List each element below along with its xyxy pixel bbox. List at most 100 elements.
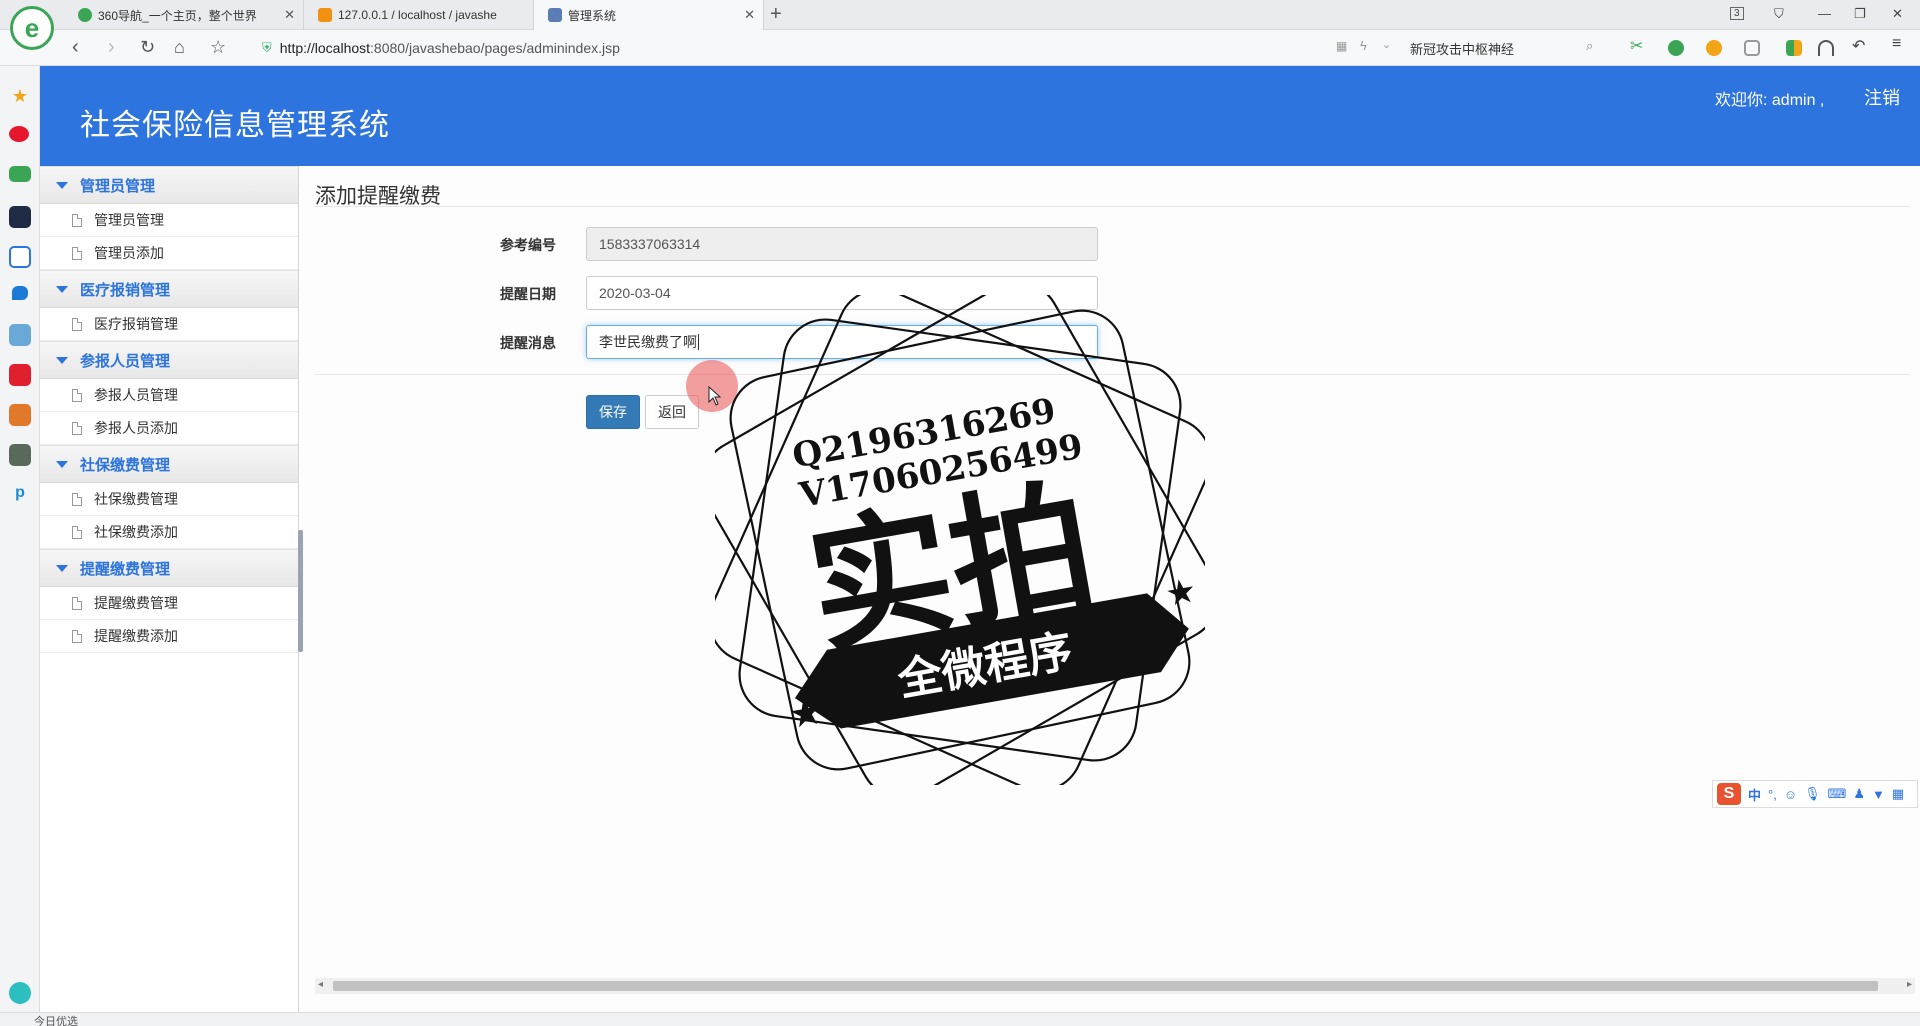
pay-icon[interactable]: p (9, 484, 31, 506)
watermark-stamp: Q2196316269 V17060256499 实拍 全微程序 ★ ★ (715, 295, 1205, 785)
scrollbar-thumb[interactable] (333, 981, 1878, 991)
apps-grid-icon[interactable] (1786, 40, 1802, 56)
sidebar-item-insured-manage[interactable]: 参报人员管理 (40, 379, 298, 412)
search-icon[interactable]: ⌕ (1586, 38, 1593, 54)
ref-number-field[interactable]: 1583337063314 (586, 227, 1098, 261)
sidebar-group-insured[interactable]: 参报人员管理 (40, 341, 298, 379)
status-left-text[interactable]: 今日优选 (34, 1013, 78, 1026)
shield-ext-icon[interactable] (1706, 40, 1722, 56)
skin-icon[interactable]: ⛉ (1774, 6, 1784, 22)
item-label: 提醒缴费管理 (94, 595, 178, 611)
sidebar-item-payment-manage[interactable]: 社保缴费管理 (40, 483, 298, 516)
scissors-icon[interactable]: ✂ (1630, 36, 1646, 55)
horizontal-scrollbar[interactable]: ◂ ▸ (315, 978, 1915, 994)
sidebar-group-payment[interactable]: 社保缴费管理 (40, 445, 298, 483)
menu-icon[interactable]: ≡ (1892, 35, 1908, 52)
scroll-right-icon[interactable]: ▸ (1907, 979, 1912, 990)
tab-count-badge[interactable]: 3 (1730, 7, 1744, 20)
punctuation-icon[interactable]: °, (1768, 787, 1777, 802)
minimize-icon[interactable]: — (1818, 6, 1831, 21)
browser-tab-phpmyadmin[interactable]: 127.0.0.1 / localhost / javashe (304, 0, 534, 30)
page-favicon-icon (548, 8, 562, 22)
undo-icon[interactable]: ↶ (1852, 36, 1868, 55)
url-path: :8080/javashebao/pages/adminindex.jsp (370, 40, 620, 56)
group-label: 管理员管理 (80, 177, 156, 195)
scroll-left-icon[interactable]: ◂ (318, 979, 323, 990)
favorites-star-icon[interactable]: ★ (9, 86, 31, 108)
sidebar-item-admin-manage[interactable]: 管理员管理 (40, 204, 298, 237)
headphones-icon[interactable] (1818, 40, 1834, 56)
back-icon[interactable]: ‹ (72, 36, 79, 58)
sidebar-item-insured-add[interactable]: 参报人员添加 (40, 412, 298, 445)
group-label: 提醒缴费管理 (80, 560, 171, 578)
page-icon (72, 213, 82, 227)
game-red-icon[interactable] (9, 364, 31, 386)
translate-icon[interactable] (1668, 40, 1684, 56)
sidebar-item-reminder-add[interactable]: 提醒缴费添加 (40, 620, 298, 653)
item-label: 参报人员管理 (94, 387, 178, 403)
game-soldier-icon[interactable] (9, 444, 31, 466)
home-icon[interactable]: ⌂ (174, 36, 185, 58)
save-button[interactable]: 保存 (586, 395, 640, 429)
group-label: 参报人员管理 (80, 352, 171, 370)
close-window-icon[interactable]: ✕ (1892, 6, 1903, 22)
forward-icon[interactable]: › (108, 36, 115, 58)
add-app-icon[interactable] (9, 982, 31, 1004)
page-icon (72, 317, 82, 331)
game-bird-icon[interactable] (9, 324, 31, 346)
browser-tab-360[interactable]: 360导航_一个主页，整个世界 ✕ (64, 0, 304, 30)
sidebar-item-admin-add[interactable]: 管理员添加 (40, 237, 298, 270)
sidebar-group-reminder[interactable]: 提醒缴费管理 (40, 549, 298, 587)
bookmark-star-icon[interactable]: ☆ (210, 36, 226, 58)
page-icon (72, 421, 82, 435)
qr-icon[interactable]: ▦ (1336, 39, 1347, 53)
user-icon[interactable]: ♟ (1853, 786, 1865, 802)
page-icon (72, 388, 82, 402)
tab-close-icon[interactable]: ✕ (284, 7, 295, 23)
sidebar: 管理员管理 管理员管理 管理员添加 医疗报销管理 医疗报销管理 参报人员管理 参… (40, 166, 299, 1012)
image-ext-icon[interactable] (1744, 40, 1760, 56)
mail-icon[interactable] (9, 166, 31, 182)
sidebar-item-medical-manage[interactable]: 医疗报销管理 (40, 308, 298, 341)
microphone-icon[interactable]: 🎙 (1804, 786, 1821, 802)
restore-icon[interactable]: ❐ (1854, 6, 1866, 22)
welcome-text: 欢迎你: admin , (1715, 92, 1825, 109)
caret-down-icon (56, 564, 68, 572)
game-warrior-icon[interactable] (9, 404, 31, 426)
ime-logo-icon[interactable]: S (1717, 783, 1741, 805)
reload-icon[interactable]: ↻ (140, 36, 155, 58)
search-input[interactable]: 新冠攻击中枢神经 (1410, 35, 1600, 61)
browser-logo-icon[interactable]: e (10, 6, 54, 50)
lightning-icon[interactable]: ϟ (1360, 38, 1367, 53)
url-field[interactable]: ⛨ http://localhost:8080/javashebao/pages… (262, 35, 1392, 61)
app-title: 社会保险信息管理系统 (80, 109, 390, 142)
sidebar-item-payment-add[interactable]: 社保缴费添加 (40, 516, 298, 549)
new-tab-button[interactable]: + (770, 3, 782, 26)
weibo-icon[interactable] (9, 126, 29, 142)
caret-down-icon (56, 181, 68, 189)
app-header: 社会保险信息管理系统 欢迎你: admin , 注销 (40, 66, 1920, 166)
sidebar-group-medical[interactable]: 医疗报销管理 (40, 270, 298, 308)
sidebar-item-reminder-manage[interactable]: 提醒缴费管理 (40, 587, 298, 620)
news-icon[interactable] (9, 206, 31, 228)
keyboard-icon[interactable]: ⌨ (1828, 786, 1847, 802)
browser-tab-admin[interactable]: 管理系统 ✕ (534, 0, 764, 30)
page-icon (72, 629, 82, 643)
emoji-icon[interactable]: ☺ (1784, 787, 1797, 802)
ref-number-value: 1583337063314 (599, 236, 701, 252)
chevron-down-icon[interactable]: ⌄ (1382, 38, 1391, 51)
address-bar: ‹ › ↻ ⌂ ☆ ⛨ http://localhost:8080/javash… (0, 30, 1920, 66)
ime-mode[interactable]: 中 (1748, 785, 1761, 804)
sidebar-group-admin[interactable]: 管理员管理 (40, 166, 298, 204)
page-icon (72, 596, 82, 610)
logout-link[interactable]: 注销 (1864, 84, 1900, 110)
ref-number-label: 参考编号 (500, 237, 556, 253)
page-icon (72, 525, 82, 539)
tab-close-icon[interactable]: ✕ (744, 7, 755, 23)
toolbox-grid-icon[interactable]: ▦ (1892, 786, 1904, 802)
document-icon[interactable] (9, 246, 31, 268)
chat-icon[interactable] (12, 286, 28, 300)
skin-shirt-icon[interactable]: ▼ (1872, 787, 1885, 802)
item-label: 管理员管理 (94, 212, 164, 228)
star-right-icon: ★ (1165, 573, 1198, 612)
